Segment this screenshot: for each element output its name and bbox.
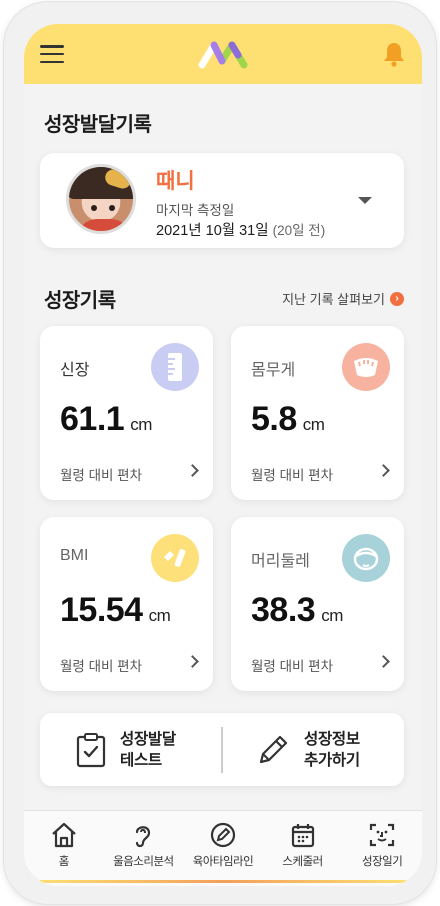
avatar [66,164,136,234]
growth-test-line2: 테스트 [120,751,162,769]
add-growth-line2: 추가하기 [304,751,360,769]
last-measured-date: 2021년 10월 31일 (20일 전) [156,219,325,240]
bmi-card[interactable]: BMI 15.54 cm 월령 대비 편차 [40,517,213,691]
add-growth-line1: 성장정보 [304,730,360,748]
stat-label: BMI [60,547,89,564]
ruler-icon [151,343,199,391]
chevron-right-icon [186,464,199,477]
head-circumference-icon [342,534,390,582]
stat-note: 월령 대비 편차 [60,659,143,674]
growth-test-line1: 성장발달 [120,730,176,748]
bell-icon[interactable] [382,41,406,67]
nav-timeline[interactable]: 육아타임라인 [183,811,263,886]
child-name: 때니 [156,170,195,193]
growth-record-title: 성장발달기록 [44,114,152,136]
nav-cry-analysis[interactable]: 울음소리분석 [104,811,184,886]
hamburger-menu-icon[interactable] [40,45,64,63]
home-indicator [38,880,408,883]
stat-value: 5.8 cm [251,400,325,438]
nav-label: 육아타임라인 [192,856,254,868]
bmi-icon [151,534,199,582]
stat-label: 몸무게 [251,362,296,379]
last-measured-date-value: 2021년 10월 31일 [156,223,269,239]
phone-frame: 성장발달기록 때니 마지막 측정일 2021년 10월 31일 (20일 전) … [4,2,436,904]
stat-value: 15.54 cm [60,591,171,629]
action-card: 성장발달테스트 성장정보추가하기 [40,713,404,786]
days-ago: (20일 전) [272,223,326,238]
stat-label: 신장 [60,362,90,379]
stat-note: 월령 대비 편차 [60,468,143,483]
chevron-down-icon[interactable] [358,197,372,204]
stat-value: 61.1 cm [60,400,152,438]
chevron-right-icon [377,464,390,477]
chevron-right-icon [377,655,390,668]
stat-label: 머리둘레 [251,553,310,570]
app-logo [198,39,248,69]
head-circumference-card[interactable]: 머리둘레 38.3 cm 월령 대비 편차 [231,517,404,691]
nav-home[interactable]: 홈 [24,811,104,886]
nav-label: 홈 [58,856,70,868]
top-bar [24,24,422,84]
chevron-right-icon [186,655,199,668]
history-link[interactable]: 지난 기록 살펴보기 › [282,289,404,308]
nav-scheduler[interactable]: 스케줄러 [263,811,343,886]
pencil-icon [259,735,288,763]
bottom-navigation: 홈 울음소리분석 육아타임라인 스케줄러 성장일기 [24,810,422,886]
face-scan-icon [370,823,395,847]
child-profile-card[interactable]: 때니 마지막 측정일 2021년 10월 31일 (20일 전) [40,153,404,248]
nav-label: 울음소리분석 [113,856,174,868]
ear-icon [136,826,151,848]
height-card[interactable]: 신장 61.1 cm 월령 대비 편차 [40,326,213,500]
nav-growth-diary[interactable]: 성장일기 [342,811,422,886]
stat-value: 38.3 cm [251,591,343,629]
history-link-label: 지난 기록 살펴보기 [282,292,385,307]
last-measured-label: 마지막 측정일 [156,203,235,218]
divider [221,727,223,773]
home-icon [52,822,76,848]
scale-icon [342,343,390,391]
pencil-circle-icon [210,822,236,848]
app-screen: 성장발달기록 때니 마지막 측정일 2021년 10월 31일 (20일 전) … [24,24,422,886]
growth-test-button[interactable]: 성장발달테스트 [76,713,176,786]
nav-label: 성장일기 [362,856,403,868]
weight-card[interactable]: 몸무게 5.8 cm 월령 대비 편차 [231,326,404,500]
add-growth-info-button[interactable]: 성장정보추가하기 [256,713,360,786]
nav-label: 스케줄러 [282,856,323,868]
main-content: 성장발달기록 때니 마지막 측정일 2021년 10월 31일 (20일 전) … [24,84,422,806]
stat-note: 월령 대비 편차 [251,468,334,483]
growth-section-title: 성장기록 [44,290,116,312]
stat-note: 월령 대비 편차 [251,659,334,674]
arrow-right-circle-icon: › [390,291,404,306]
clipboard-check-icon [76,732,106,767]
calendar-icon [291,824,314,848]
